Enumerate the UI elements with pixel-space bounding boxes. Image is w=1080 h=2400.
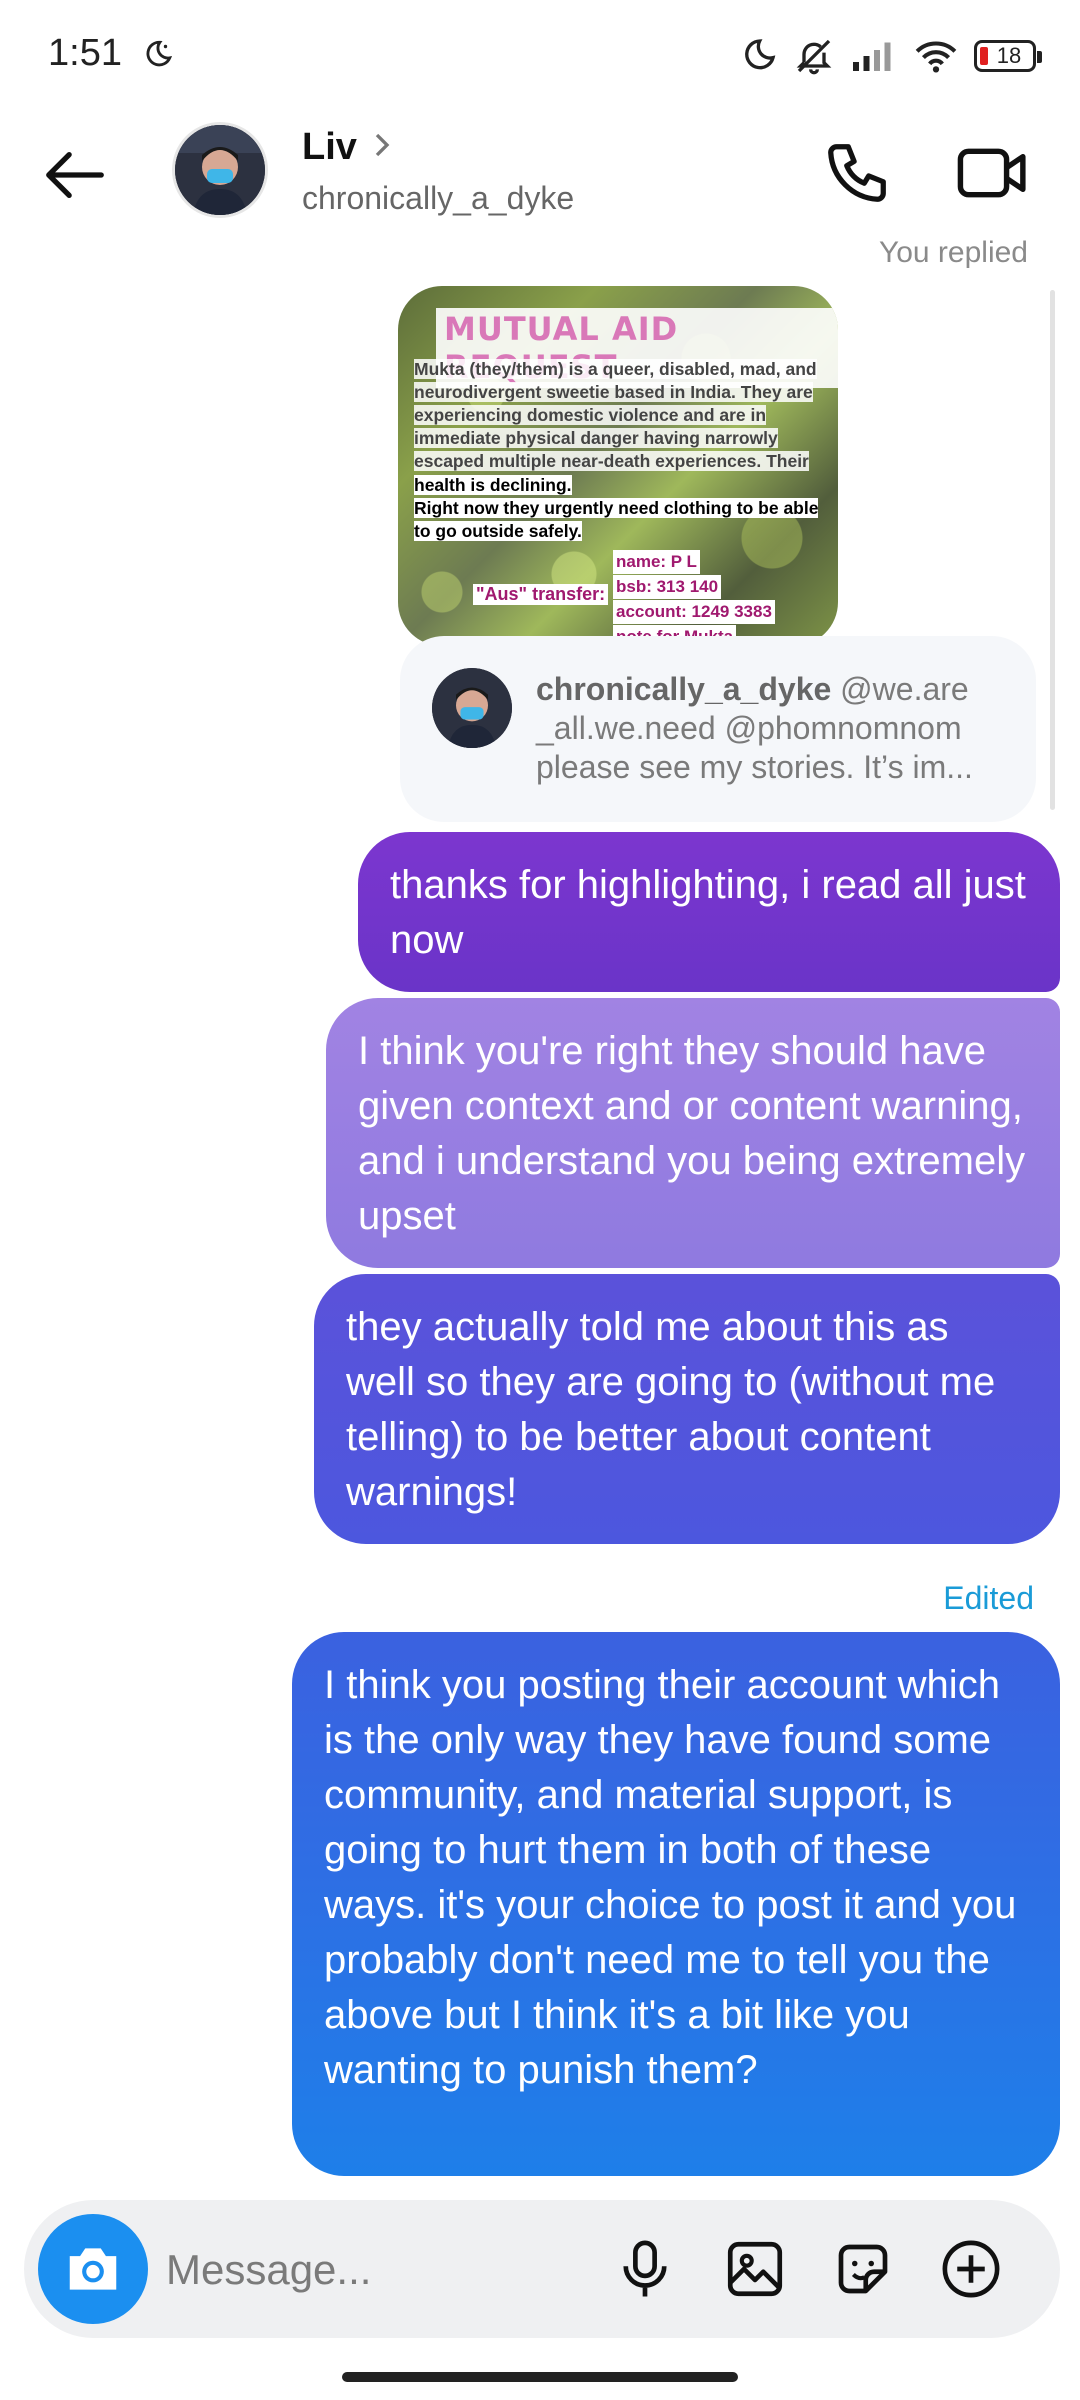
reply-indicator-bar — [1050, 290, 1055, 810]
image-icon[interactable] — [722, 2236, 788, 2302]
story-preview[interactable]: MUTUAL AID REQUEST Mukta (they/them) is … — [398, 286, 838, 646]
status-bar: 1:51 18 — [0, 0, 1080, 110]
camera-icon — [69, 2248, 117, 2290]
mute-icon — [796, 39, 832, 75]
message-composer — [24, 2200, 1060, 2338]
replied-story-card[interactable]: chronically_a_dyke @we.are _all.we.need … — [400, 636, 1036, 822]
wifi-icon — [915, 41, 957, 73]
story-bank-details: name: P L bsb: 313 140 account: 1249 338… — [613, 550, 775, 646]
story-text-grey: Mukta (they/them) is a queer, disabled, … — [414, 359, 817, 471]
chat-header: Liv chronically_a_dyke — [0, 110, 1080, 240]
story-author-avatar — [432, 668, 512, 748]
story-text-black: health is declining. Right now they urge… — [414, 475, 819, 541]
message-bubble[interactable]: I think you posting their account which … — [292, 1632, 1060, 2176]
message-bubble[interactable]: I think you're right they should have gi… — [326, 998, 1060, 1268]
sticker-icon[interactable] — [830, 2236, 896, 2302]
signal-icon — [853, 42, 891, 71]
message-bubble[interactable]: thanks for highlighting, i read all just… — [358, 832, 1060, 992]
camera-button[interactable] — [38, 2214, 148, 2324]
moon-icon — [146, 40, 173, 67]
battery-icon: 18 — [974, 40, 1042, 72]
story-transfer-label: "Aus" transfer: — [473, 584, 609, 605]
contact-username[interactable]: chronically_a_dyke — [302, 180, 574, 217]
status-time: 1:51 — [48, 32, 122, 74]
video-camera-icon[interactable] — [955, 140, 1031, 206]
microphone-icon[interactable] — [612, 2236, 678, 2302]
contact-name[interactable]: Liv — [302, 126, 357, 169]
plus-icon[interactable] — [938, 2236, 1004, 2302]
message-input[interactable] — [164, 2234, 628, 2306]
dnd-icon — [745, 39, 776, 70]
reply-notice: You replied — [878, 236, 1028, 269]
phone-icon[interactable] — [822, 138, 892, 208]
edited-label[interactable]: Edited — [943, 1580, 1034, 1617]
home-indicator[interactable] — [342, 2372, 738, 2382]
battery-level: 18 — [996, 43, 1022, 68]
chevron-right-icon[interactable] — [372, 130, 392, 160]
avatar[interactable] — [172, 122, 268, 218]
message-bubble[interactable]: they actually told me about this as well… — [314, 1274, 1060, 1544]
back-arrow-icon[interactable] — [40, 140, 110, 210]
replied-story-text: chronically_a_dyke @we.are _all.we.need … — [536, 671, 973, 785]
